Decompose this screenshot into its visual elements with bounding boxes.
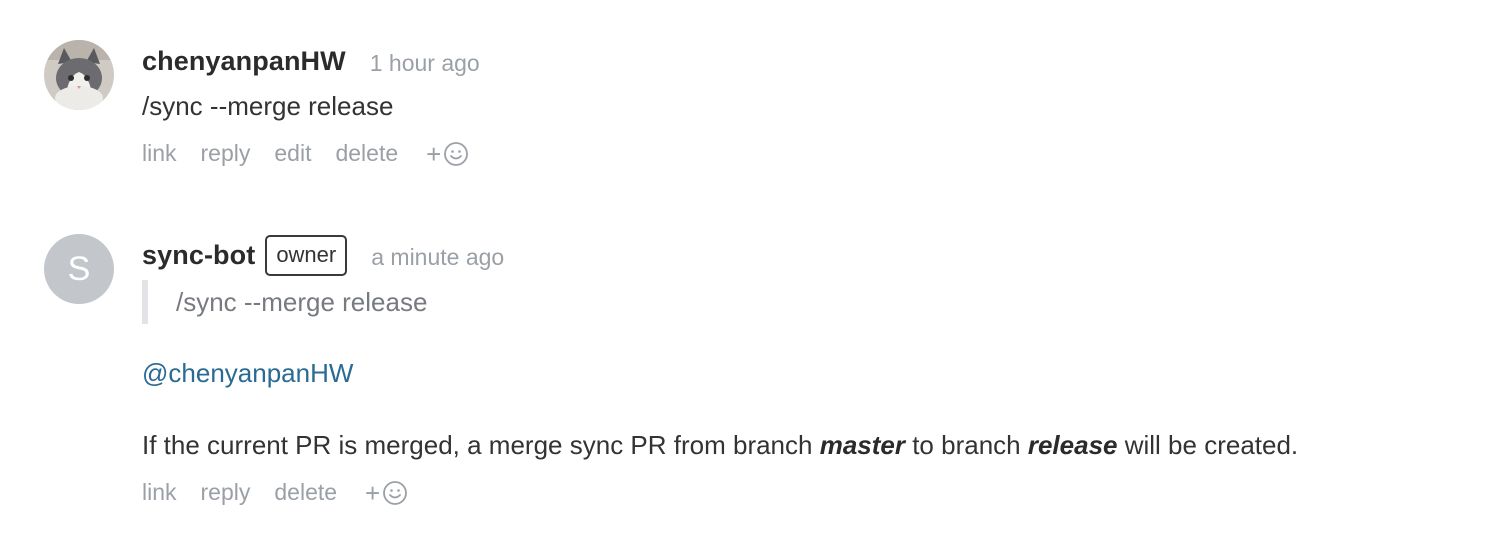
author-name[interactable]: sync-bot (142, 240, 255, 271)
comment-header: sync-bot owner a minute ago (142, 234, 1464, 276)
author-name[interactable]: chenyanpanHW (142, 46, 346, 77)
avatar[interactable] (44, 40, 114, 110)
comment-body: chenyanpanHW 1 hour ago /sync --merge re… (142, 40, 1464, 167)
comment-text: /sync --merge release (142, 91, 394, 121)
link-action[interactable]: link (142, 479, 177, 506)
smiley-icon (444, 141, 469, 166)
timestamp[interactable]: a minute ago (371, 244, 504, 271)
message-text: will be created. (1117, 430, 1299, 461)
cat-photo-avatar (44, 40, 114, 110)
comment-body: sync-bot owner a minute ago /sync --merg… (142, 234, 1464, 506)
message-text: to branch (904, 430, 1028, 461)
avatar[interactable]: S (44, 234, 114, 304)
user-mention-link[interactable]: @chenyanpanHW (142, 358, 1464, 389)
reply-action[interactable]: reply (201, 479, 251, 506)
plus-icon: + (426, 138, 442, 169)
comment-header: chenyanpanHW 1 hour ago (142, 40, 1464, 82)
target-branch: release (1027, 430, 1118, 461)
link-action[interactable]: link (142, 140, 177, 167)
add-reaction-button[interactable]: + (365, 480, 408, 506)
message-text: If the current PR is merged, a merge syn… (142, 430, 820, 461)
comment-actions: link reply edit delete + (142, 140, 1464, 167)
source-branch: master (819, 430, 905, 461)
delete-action[interactable]: delete (274, 479, 337, 506)
quoted-command: /sync --merge release (142, 280, 1464, 324)
add-reaction-button[interactable]: + (426, 141, 469, 167)
plus-icon: + (365, 477, 381, 508)
timestamp[interactable]: 1 hour ago (370, 50, 480, 77)
delete-action[interactable]: delete (335, 140, 398, 167)
owner-badge: owner (265, 234, 348, 276)
sync-message: If the current PR is merged, a merge syn… (142, 430, 1464, 461)
comment-actions: link reply delete + (142, 479, 1464, 506)
smiley-icon (383, 480, 408, 505)
reply-action[interactable]: reply (201, 140, 251, 167)
edit-action[interactable]: edit (274, 140, 311, 167)
